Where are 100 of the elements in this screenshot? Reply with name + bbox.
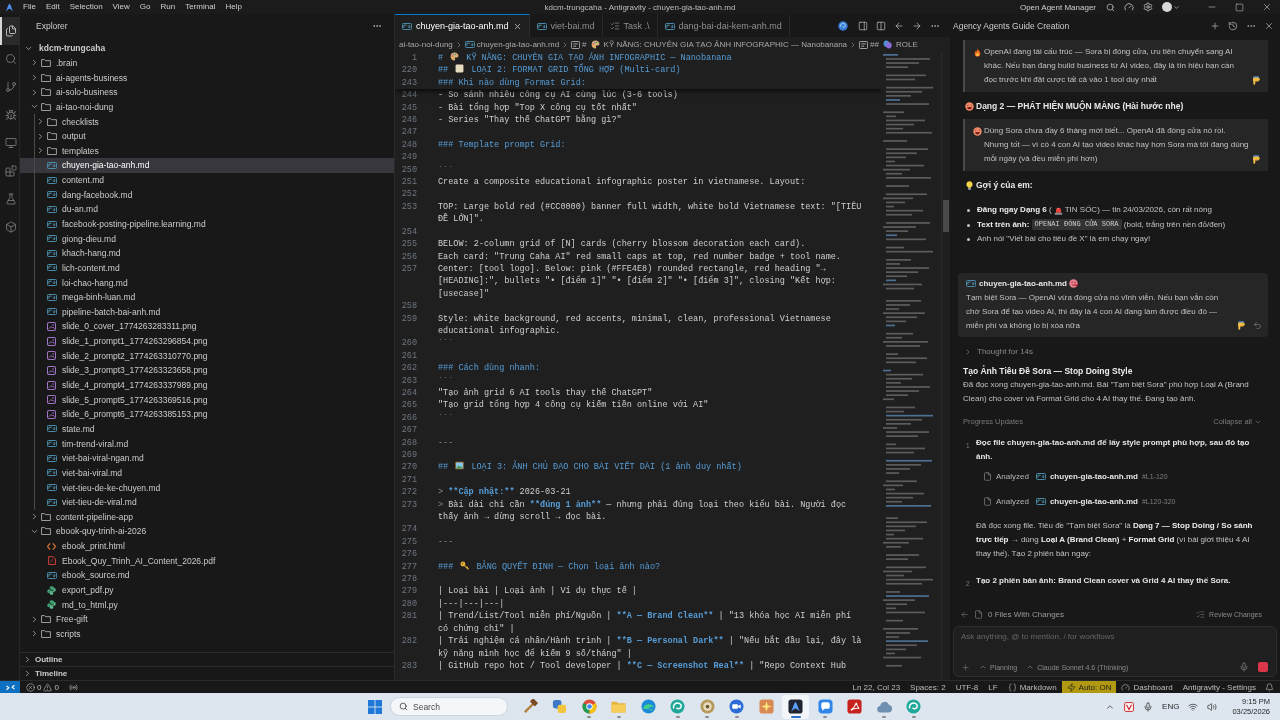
status-item[interactable]: LF	[983, 681, 1003, 693]
forward-arrow-icon[interactable]	[912, 20, 922, 31]
tree-item[interactable]: ai-agents-business	[20, 70, 394, 85]
broadcast-icon[interactable]	[68, 682, 78, 692]
back-arrow-icon[interactable]	[960, 610, 969, 619]
tree-item[interactable]: lich-content.md	[20, 260, 394, 276]
editor-tab[interactable]: chuyen-gia-tao-anh.md	[395, 14, 530, 37]
history-icon[interactable]	[1228, 20, 1238, 31]
file-link[interactable]: chuyen-gia-tao-anh.md	[1049, 469, 1138, 484]
breadcrumb-item[interactable]: ## ROLE	[859, 40, 918, 49]
tree-item[interactable]: ebook_print.html	[20, 538, 394, 554]
tree-item[interactable]: viet-bai-viral-ngan.md	[20, 450, 394, 466]
tree-item[interactable]: tim-trend-viral.md	[20, 436, 394, 451]
search-box[interactable]: Search	[390, 697, 508, 716]
problems-button[interactable]: 0 0	[20, 681, 65, 693]
tree-item[interactable]: viet-tieu-de-ke-chuyen.md	[20, 480, 394, 495]
tree-item[interactable]: mega-binh-luan.md	[20, 289, 394, 305]
tree-item[interactable]: scripts	[20, 626, 394, 642]
tree-item[interactable]: .brain	[20, 55, 394, 71]
tree-item[interactable]: ebook-quy-trinh-ai-2026	[20, 524, 394, 539]
tree-item[interactable]: md_to_html.py	[20, 597, 394, 612]
settings-icon[interactable]	[1143, 2, 1153, 12]
tree-item[interactable]: export_pdf.py	[20, 582, 394, 598]
tree-item[interactable]: viet-bai-viral.md	[20, 465, 394, 481]
microphone-icon[interactable]	[1239, 662, 1249, 672]
status-item[interactable]: Spaces: 2	[905, 681, 951, 693]
taskbar-app[interactable]	[782, 694, 809, 719]
status-item[interactable]: Markdown	[1002, 681, 1062, 693]
search-icon[interactable]	[1106, 2, 1115, 12]
chevron-right-icon[interactable]	[964, 347, 972, 356]
gauge-icon[interactable]	[1124, 2, 1134, 12]
status-item[interactable]: Dashboard	[1116, 681, 1178, 693]
tree-item[interactable]: viet-tieu-de-viral.md	[20, 494, 394, 510]
tree-item[interactable]: chuyen-gia-tao-anh.md	[20, 158, 394, 173]
section-header[interactable]: Outline	[20, 652, 394, 666]
status-item[interactable]: Ln 22, Col 23	[847, 681, 906, 693]
chevron-down-icon[interactable]	[1173, 3, 1180, 11]
file-link[interactable]: chuyen-gia-tao-anh.md	[1049, 494, 1138, 509]
tree-item[interactable]: output	[20, 128, 394, 144]
maximize-icon[interactable]	[1235, 2, 1244, 12]
file-link[interactable]: chuyen-gia-tao-anh.md	[979, 276, 1067, 291]
speaker-icon[interactable]	[1207, 701, 1218, 712]
v-square-icon[interactable]	[1124, 701, 1135, 712]
tree-item[interactable]: checklists	[20, 114, 394, 129]
menu-item[interactable]: Help	[220, 0, 247, 14]
tree-item[interactable]: giong-dieu.md	[20, 231, 394, 246]
tree-item[interactable]: dang-facebook.md	[20, 187, 394, 203]
menu-item[interactable]: File	[18, 0, 41, 14]
menu-item[interactable]: Selection	[64, 0, 108, 14]
language-indicator[interactable]: ENG	[1162, 702, 1180, 711]
menu-item[interactable]: Run	[155, 0, 181, 14]
tree-item[interactable]: ebook_source.md	[20, 568, 394, 583]
swirl-icon[interactable]	[838, 20, 848, 31]
close-icon[interactable]	[512, 21, 522, 31]
agent-manager-link[interactable]: Open Agent Manager	[1019, 2, 1096, 12]
tree-item[interactable]: slide_6_prompt6_1774263385153.png	[20, 407, 394, 422]
code-minimap[interactable]	[883, 54, 934, 668]
menu-item[interactable]: Go	[134, 0, 156, 14]
tree-item[interactable]: ai-tao-noi-dung	[20, 99, 394, 115]
start-button[interactable]	[366, 697, 384, 716]
activity-bar-button[interactable]	[0, 17, 20, 45]
avatar-icon[interactable]	[1162, 2, 1172, 12]
stop-button[interactable]	[1258, 662, 1268, 672]
breadcrumb-item[interactable]: chuyen-gia-tao-anh.md	[464, 40, 560, 49]
split-editor-icon[interactable]	[876, 20, 886, 31]
menu-item[interactable]: View	[107, 0, 135, 14]
tree-item[interactable]: slide_5_prompt5_1774263369516.png	[20, 392, 394, 407]
tree-item[interactable]: slide_4_prompt4_1774263337989.png	[20, 377, 394, 393]
menu-item[interactable]: Edit	[40, 0, 65, 14]
tree-item[interactable]: slide_1_prompt1_1774263296854.png	[20, 333, 394, 349]
tree-item[interactable]: Ebook_Quy_Trinh_AI_Content_2026.pdf	[20, 553, 394, 569]
undo-icon[interactable]	[1253, 321, 1262, 330]
tree-item[interactable]: loi-chao-hang.md	[20, 275, 394, 290]
breadcrumb-item[interactable]: ai-tao-noi-dung	[399, 40, 453, 49]
tree-item[interactable]: state.md	[20, 421, 394, 437]
tree-item[interactable]: khach-hang.md	[20, 245, 394, 261]
remote-button[interactable]	[0, 681, 20, 693]
tree-item[interactable]: templates	[20, 143, 394, 159]
tree-item[interactable]: facebook-posting-pipeline.learning.md	[20, 216, 394, 232]
status-item[interactable]: Auto: ON	[1061, 681, 1117, 693]
tree-item[interactable]: slide_2_prompt2_1774263310770.png	[20, 348, 394, 364]
plus-icon[interactable]	[1210, 20, 1220, 31]
tree-item[interactable]: slide_0_cover_1774263283311.png	[20, 319, 394, 334]
microphone-icon[interactable]	[1143, 701, 1154, 712]
network-icon[interactable]	[1188, 701, 1199, 712]
status-item[interactable]: Antigravity - Settings	[1177, 681, 1261, 693]
bell-icon[interactable]	[1265, 682, 1274, 692]
close-icon[interactable]	[1264, 20, 1274, 31]
scrollbar-thumb[interactable]	[943, 200, 949, 232]
side-panel-icon[interactable]	[858, 20, 868, 31]
thought-toggle[interactable]: Thought for 14s	[977, 344, 1034, 359]
breadcrumb-item[interactable]: # KỸ NĂNG: CHUYÊN GIA TẠO ẢNH INFOGRAPHIC — Nanobanana	[571, 40, 848, 49]
back-arrow-icon[interactable]	[894, 20, 904, 31]
close-icon[interactable]	[1262, 2, 1272, 12]
tree-item[interactable]: content-pipeline-app	[20, 509, 394, 525]
tree-item[interactable]: Free-gift	[20, 612, 394, 627]
tree-item[interactable]: pipeline-batch-bai-anh.md	[20, 304, 394, 320]
tree-item[interactable]: du-an.md	[20, 202, 394, 217]
search-field[interactable]: Search	[413, 699, 499, 714]
menu-item[interactable]: Terminal	[180, 0, 221, 14]
